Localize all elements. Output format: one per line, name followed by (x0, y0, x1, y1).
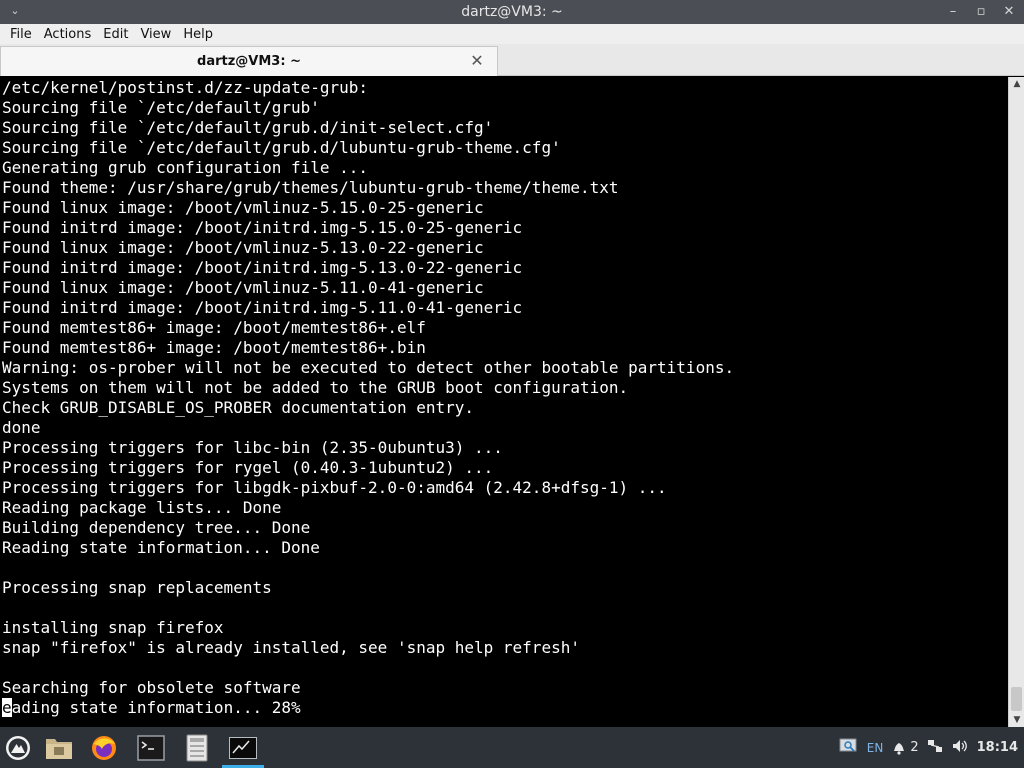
terminal-line: Searching for obsolete software (2, 678, 301, 697)
terminal-line: Generating grub configuration file ... (2, 158, 369, 177)
terminal-line-text: ading state information... 28% (11, 698, 301, 717)
tab-label: dartz@VM3: ~ (197, 54, 301, 69)
terminal-line: done (2, 418, 41, 437)
window-titlebar[interactable]: ⌄ dartz@VM3: ~ – ▫ ✕ (0, 0, 1024, 24)
terminal-line: Found memtest86+ image: /boot/memtest86+… (2, 338, 426, 357)
menu-actions[interactable]: Actions (38, 27, 98, 42)
terminal-line: Found initrd image: /boot/initrd.img-5.1… (2, 298, 523, 317)
file-manager-icon[interactable] (45, 734, 73, 762)
window-title: dartz@VM3: ~ (461, 4, 563, 20)
terminal-line: Found memtest86+ image: /boot/memtest86+… (2, 318, 426, 337)
terminal-line: Warning: os-prober will not be executed … (2, 358, 735, 377)
menubar: File Actions Edit View Help (0, 24, 1024, 44)
terminal-line: Check GRUB_DISABLE_OS_PROBER documentati… (2, 398, 475, 417)
terminal-line: Sourcing file `/etc/default/grub.d/init-… (2, 118, 494, 137)
terminal-line: Processing triggers for libc-bin (2.35-0… (2, 438, 503, 457)
terminal-line: snap "firefox" is already installed, see… (2, 638, 580, 657)
terminal-line: Processing triggers for rygel (0.40.3-1u… (2, 458, 494, 477)
terminal-line: eading state information... 28% (2, 698, 1008, 718)
terminal-scrollbar[interactable]: ▲ ▼ (1008, 77, 1024, 727)
terminal-output[interactable]: /etc/kernel/postinst.d/zz-update-grub: So… (0, 77, 1008, 727)
terminal-icon[interactable] (137, 734, 165, 762)
terminal-line: installing snap firefox (2, 618, 224, 637)
terminal-line: Sourcing file `/etc/default/grub' (2, 98, 320, 117)
terminal-line: /etc/kernel/postinst.d/zz-update-grub: (2, 78, 369, 97)
lubuntu-menu-icon[interactable] (4, 734, 32, 762)
tab-close-icon[interactable]: ✕ (469, 53, 485, 69)
scroll-up-icon[interactable]: ▲ (1009, 77, 1024, 91)
menu-help[interactable]: Help (177, 27, 219, 42)
minimize-button[interactable]: – (944, 3, 962, 21)
volume-icon[interactable] (951, 738, 969, 758)
notifications-icon[interactable]: 2 (891, 740, 919, 756)
menu-edit[interactable]: Edit (97, 27, 134, 42)
active-terminal-window-icon[interactable] (229, 734, 257, 762)
menu-file[interactable]: File (4, 27, 38, 42)
terminal-line: Systems on them will not be added to the… (2, 378, 629, 397)
tab-bar: dartz@VM3: ~ ✕ (0, 44, 1024, 76)
terminal-cursor: e (2, 698, 12, 717)
network-icon[interactable] (927, 738, 943, 758)
terminal-line: Found linux image: /boot/vmlinuz-5.11.0-… (2, 278, 484, 297)
maximize-button[interactable]: ▫ (972, 3, 990, 21)
keyboard-layout-indicator[interactable]: EN (867, 741, 884, 755)
terminal-line: Sourcing file `/etc/default/grub.d/lubun… (2, 138, 561, 157)
terminal-line: Processing triggers for libgdk-pixbuf-2.… (2, 478, 667, 497)
window-controls: – ▫ ✕ (944, 0, 1018, 24)
notifications-count: 2 (910, 740, 919, 755)
menu-view[interactable]: View (134, 27, 177, 42)
scroll-down-icon[interactable]: ▼ (1009, 713, 1024, 727)
text-editor-icon[interactable] (183, 734, 211, 762)
window-menu-icon[interactable]: ⌄ (8, 4, 22, 18)
terminal-line: Found theme: /usr/share/grub/themes/lubu… (2, 178, 619, 197)
terminal-line: Found linux image: /boot/vmlinuz-5.15.0-… (2, 198, 484, 217)
system-tray: EN 2 18:14 (839, 727, 1024, 768)
close-button[interactable]: ✕ (1000, 3, 1018, 21)
clock[interactable]: 18:14 (977, 740, 1018, 755)
taskbar: EN 2 18:14 (0, 727, 1024, 768)
terminal-line: Found initrd image: /boot/initrd.img-5.1… (2, 218, 523, 237)
search-tray-icon[interactable] (839, 737, 859, 759)
firefox-icon[interactable] (90, 734, 118, 762)
scrollbar-thumb[interactable] (1011, 687, 1022, 711)
terminal-line: Reading package lists... Done (2, 498, 282, 517)
terminal-line: Found linux image: /boot/vmlinuz-5.13.0-… (2, 238, 484, 257)
tab-terminal[interactable]: dartz@VM3: ~ ✕ (0, 46, 498, 76)
terminal-line: Reading state information... Done (2, 538, 320, 557)
terminal-line: Building dependency tree... Done (2, 518, 311, 537)
terminal-line: Found initrd image: /boot/initrd.img-5.1… (2, 258, 523, 277)
terminal-line: Processing snap replacements (2, 578, 272, 597)
